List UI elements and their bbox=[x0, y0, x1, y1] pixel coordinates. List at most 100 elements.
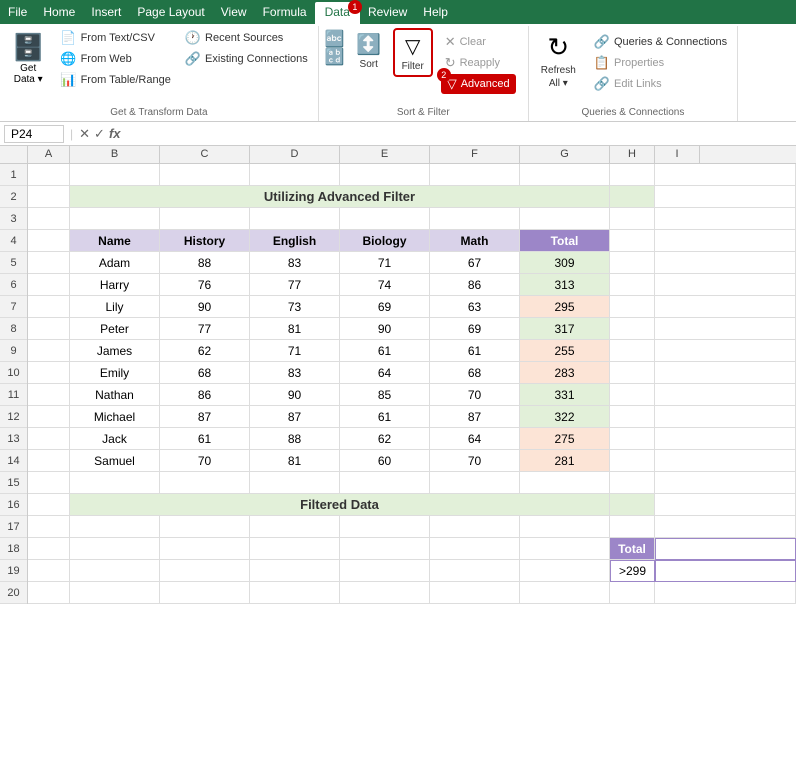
menu-formulas[interactable]: Formula bbox=[255, 2, 315, 22]
cell-reference[interactable]: P24 bbox=[4, 125, 64, 143]
reapply-button[interactable]: ↻ Reapply bbox=[441, 53, 516, 73]
cell-b19[interactable] bbox=[70, 560, 160, 582]
cell-a9[interactable] bbox=[28, 340, 70, 362]
cell-a2[interactable] bbox=[28, 186, 70, 208]
filter-criteria-value[interactable]: >299 bbox=[610, 560, 655, 582]
formula-confirm[interactable]: ✓ bbox=[94, 126, 105, 142]
cell-g19[interactable] bbox=[520, 560, 610, 582]
cell-a7[interactable] bbox=[28, 296, 70, 318]
cell-e20[interactable] bbox=[340, 582, 430, 604]
cell-e19[interactable] bbox=[340, 560, 430, 582]
row-header-8[interactable]: 8 bbox=[0, 318, 27, 340]
cell-h10[interactable] bbox=[610, 362, 655, 384]
header-total[interactable]: Total bbox=[520, 230, 610, 252]
cell-math-9[interactable]: 61 bbox=[430, 340, 520, 362]
cell-math-6[interactable]: 86 bbox=[430, 274, 520, 296]
cell-e15[interactable] bbox=[340, 472, 430, 494]
cell-biology-6[interactable]: 74 bbox=[340, 274, 430, 296]
cell-biology-12[interactable]: 61 bbox=[340, 406, 430, 428]
row-header-7[interactable]: 7 bbox=[0, 296, 27, 318]
cell-name-12[interactable]: Michael bbox=[70, 406, 160, 428]
cell-c15[interactable] bbox=[160, 472, 250, 494]
cell-i6[interactable] bbox=[655, 274, 796, 296]
menu-view[interactable]: View bbox=[213, 2, 255, 22]
header-name[interactable]: Name bbox=[70, 230, 160, 252]
cell-f1[interactable] bbox=[430, 164, 520, 186]
cell-a10[interactable] bbox=[28, 362, 70, 384]
cell-h20[interactable] bbox=[610, 582, 655, 604]
cell-english-9[interactable]: 71 bbox=[250, 340, 340, 362]
row-header-3[interactable]: 3 bbox=[0, 208, 27, 230]
cell-b17[interactable] bbox=[70, 516, 160, 538]
cell-history-9[interactable]: 62 bbox=[160, 340, 250, 362]
cell-i5[interactable] bbox=[655, 252, 796, 274]
cell-a11[interactable] bbox=[28, 384, 70, 406]
filter-button[interactable]: ▽ Filter bbox=[393, 28, 433, 77]
cell-c3[interactable] bbox=[160, 208, 250, 230]
cell-a13[interactable] bbox=[28, 428, 70, 450]
header-english[interactable]: English bbox=[250, 230, 340, 252]
cell-h1[interactable] bbox=[610, 164, 655, 186]
cell-total-12[interactable]: 322 bbox=[520, 406, 610, 428]
cell-i13[interactable] bbox=[655, 428, 796, 450]
cell-name-5[interactable]: Adam bbox=[70, 252, 160, 274]
menu-insert[interactable]: Insert bbox=[83, 2, 129, 22]
cell-h4[interactable] bbox=[610, 230, 655, 252]
row-header-2[interactable]: 2 bbox=[0, 186, 27, 208]
row-header-16[interactable]: 16 bbox=[0, 494, 27, 516]
cell-h2[interactable] bbox=[610, 186, 655, 208]
menu-page-layout[interactable]: Page Layout bbox=[129, 2, 212, 22]
cell-g20[interactable] bbox=[520, 582, 610, 604]
row-header-17[interactable]: 17 bbox=[0, 516, 27, 538]
cell-d1[interactable] bbox=[250, 164, 340, 186]
cell-i19[interactable] bbox=[655, 560, 796, 582]
cell-h5[interactable] bbox=[610, 252, 655, 274]
col-header-i[interactable]: I bbox=[655, 146, 700, 163]
cell-i8[interactable] bbox=[655, 318, 796, 340]
from-web-button[interactable]: 🌐 From Web bbox=[56, 49, 174, 69]
properties-button[interactable]: 📋 Properties bbox=[590, 53, 731, 73]
cell-a8[interactable] bbox=[28, 318, 70, 340]
cell-h15[interactable] bbox=[610, 472, 655, 494]
header-history[interactable]: History bbox=[160, 230, 250, 252]
cell-biology-10[interactable]: 64 bbox=[340, 362, 430, 384]
filter-total-header[interactable]: Total bbox=[610, 538, 655, 560]
row-header-15[interactable]: 15 bbox=[0, 472, 27, 494]
cell-i11[interactable] bbox=[655, 384, 796, 406]
cell-total-11[interactable]: 331 bbox=[520, 384, 610, 406]
cell-i1[interactable] bbox=[655, 164, 796, 186]
cell-name-14[interactable]: Samuel bbox=[70, 450, 160, 472]
cell-history-14[interactable]: 70 bbox=[160, 450, 250, 472]
row-header-6[interactable]: 6 bbox=[0, 274, 27, 296]
cell-total-6[interactable]: 313 bbox=[520, 274, 610, 296]
cell-b20[interactable] bbox=[70, 582, 160, 604]
row-header-5[interactable]: 5 bbox=[0, 252, 27, 274]
cell-h7[interactable] bbox=[610, 296, 655, 318]
cell-total-14[interactable]: 281 bbox=[520, 450, 610, 472]
cell-h11[interactable] bbox=[610, 384, 655, 406]
recent-sources-button[interactable]: 🕐 Recent Sources bbox=[181, 28, 312, 48]
cell-i16[interactable] bbox=[655, 494, 796, 516]
cell-i3[interactable] bbox=[655, 208, 796, 230]
cell-b15[interactable] bbox=[70, 472, 160, 494]
cell-e17[interactable] bbox=[340, 516, 430, 538]
cell-history-12[interactable]: 87 bbox=[160, 406, 250, 428]
row-header-14[interactable]: 14 bbox=[0, 450, 27, 472]
cell-d18[interactable] bbox=[250, 538, 340, 560]
clear-button[interactable]: ✕ Clear bbox=[441, 32, 516, 52]
row-header-1[interactable]: 1 bbox=[0, 164, 27, 186]
cell-d20[interactable] bbox=[250, 582, 340, 604]
cell-a6[interactable] bbox=[28, 274, 70, 296]
cell-g1[interactable] bbox=[520, 164, 610, 186]
cell-d17[interactable] bbox=[250, 516, 340, 538]
cell-h14[interactable] bbox=[610, 450, 655, 472]
cell-name-11[interactable]: Nathan bbox=[70, 384, 160, 406]
col-header-a[interactable]: A bbox=[28, 146, 70, 163]
cell-biology-9[interactable]: 61 bbox=[340, 340, 430, 362]
cell-h13[interactable] bbox=[610, 428, 655, 450]
cell-history-13[interactable]: 61 bbox=[160, 428, 250, 450]
cell-e1[interactable] bbox=[340, 164, 430, 186]
row-header-11[interactable]: 11 bbox=[0, 384, 27, 406]
cell-name-7[interactable]: Lily bbox=[70, 296, 160, 318]
cell-total-7[interactable]: 295 bbox=[520, 296, 610, 318]
